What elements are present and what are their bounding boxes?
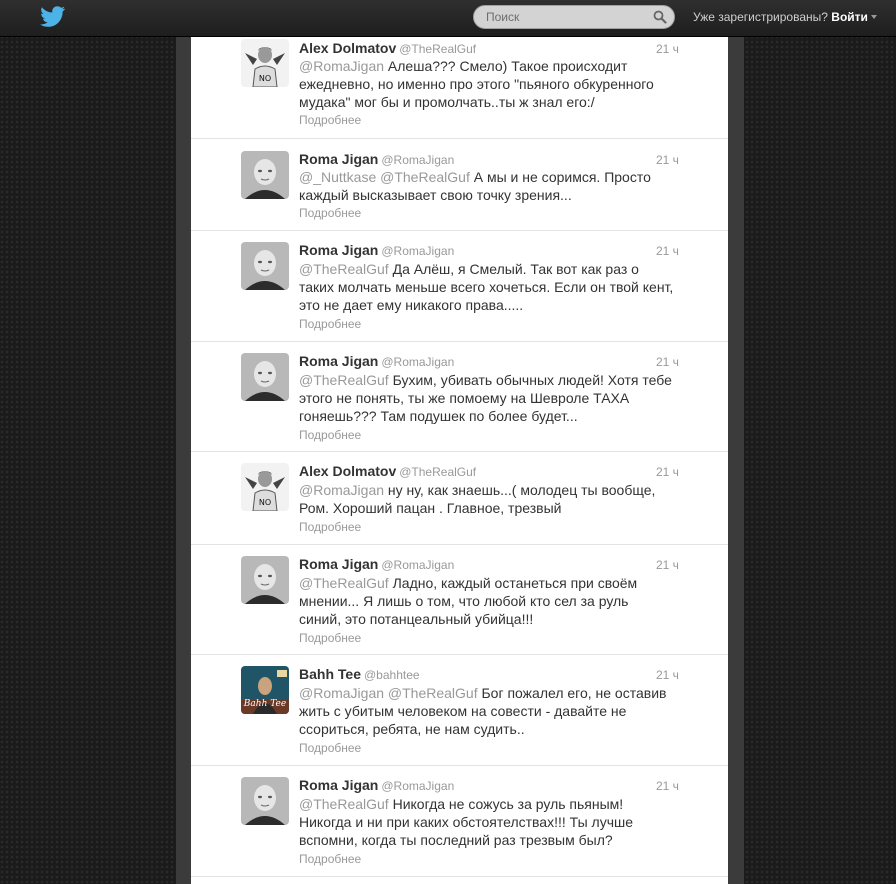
tweet-details-link[interactable]: Подробнее [299,852,361,866]
tweet-time[interactable]: 21 ч [656,355,679,369]
tweet[interactable]: Roma Jigan @RomaJigan 21 ч @TheRealGuf Ла… [191,545,728,655]
tweet-mentions[interactable]: @RomaJigan [299,482,384,498]
avatar-caption: Bahh Tee [243,699,286,709]
tweet-author-handle[interactable]: @TheRealGuf [399,42,476,56]
tweet-mentions[interactable]: @TheRealGuf [299,575,389,591]
tweet-text: @TheRealGuf Бухим, убивать обычных людей… [299,371,674,425]
tweet-details-link[interactable]: Подробнее [299,520,361,534]
tweet-details-link[interactable]: Подробнее [299,206,361,220]
tweet-mentions[interactable]: @TheRealGuf [299,261,389,277]
avatar-alex-dolmatov[interactable]: NO [241,463,289,511]
svg-text:NO: NO [259,498,271,507]
tweet-author-handle[interactable]: @RomaJigan [381,153,454,167]
tweet[interactable]: NO Alex Dolmatov @TheRealGuf 21 ч @RomaJi… [191,452,728,545]
tweet[interactable]: Roma Jigan @RomaJigan 21 ч @_Nuttkase @Th… [191,139,728,231]
twitter-bird-icon[interactable] [40,6,66,28]
avatar-image: NO [241,463,289,511]
tweet-author-handle[interactable]: @bahhtee [364,668,420,682]
login-link[interactable]: Войти [831,10,868,24]
tweet-author-name[interactable]: Alex Dolmatov [299,40,396,56]
tweet[interactable]: NO Alex Dolmatov @TheRealGuf 21 ч @RomaJi… [191,37,728,139]
tweet-mentions[interactable]: @RomaJigan [299,58,384,74]
tweet-time[interactable]: 21 ч [656,244,679,258]
tweet-text: @RomaJigan @TheRealGuf Бог пожалел его, … [299,684,674,738]
avatar-image: NO [241,39,289,87]
avatar-roma-jigan[interactable] [241,556,289,604]
tweet-text: @TheRealGuf Ладно, каждый останеться при… [299,574,674,628]
search-box [473,5,675,29]
tweet-details-link[interactable]: Подробнее [299,631,361,645]
avatar-image [241,777,289,825]
tweet-author-name[interactable]: Roma Jigan [299,151,378,167]
tweet-time[interactable]: 21 ч [656,779,679,793]
avatar-image [241,556,289,604]
avatar-image: Bahh Tee [241,666,289,714]
tweet-time[interactable]: 21 ч [656,42,679,56]
search-input[interactable] [474,6,656,28]
avatar-bahh-tee[interactable]: Bahh Tee [241,666,289,714]
tweet-details-link[interactable]: Подробнее [299,113,361,127]
tweet-text: @_Nuttkase @TheRealGuf А мы и не соримся… [299,168,674,204]
tweet-author-name[interactable]: Bahh Tee [299,666,361,682]
avatar-image [241,242,289,290]
tweet-time[interactable]: 21 ч [656,465,679,479]
tweet-author-name[interactable]: Roma Jigan [299,242,378,258]
tweet-details-link[interactable]: Подробнее [299,428,361,442]
tweet-text: @RomaJigan ну ну, как знаешь...( молодец… [299,481,674,517]
tweet-details-link[interactable]: Подробнее [299,741,361,755]
tweet-time[interactable]: 21 ч [656,153,679,167]
tweet-author-name[interactable]: Roma Jigan [299,556,378,572]
tweet-text: @TheRealGuf Никогда не сожусь за руль пь… [299,795,674,849]
chevron-down-icon[interactable] [870,15,877,19]
tweet-author-handle[interactable]: @RomaJigan [381,355,454,369]
top-bar: Уже зарегистрированы? Войти [0,0,896,37]
avatar-roma-jigan[interactable] [241,777,289,825]
tweet-mentions[interactable]: @TheRealGuf [299,372,389,388]
tweet-time[interactable]: 21 ч [656,558,679,572]
search-icon[interactable] [653,10,667,24]
tweet-mentions[interactable]: @_Nuttkase @TheRealGuf [299,169,470,185]
tweet-text: @RomaJigan Алеша??? Смело) Такое происхо… [299,57,674,111]
login-area: Уже зарегистрированы? Войти [693,10,877,24]
tweet-time[interactable]: 21 ч [656,668,679,682]
avatar-image [241,353,289,401]
tweet-details-link[interactable]: Подробнее [299,317,361,331]
tweet-text: @TheRealGuf Да Алёш, я Смелый. Так вот к… [299,260,674,314]
tweet-author-handle[interactable]: @RomaJigan [381,779,454,793]
login-prompt: Уже зарегистрированы? [693,10,828,24]
timeline: NO Alex Dolmatov @TheRealGuf 21 ч @RomaJi… [191,37,728,884]
svg-text:NO: NO [259,74,271,83]
tweet-author-name[interactable]: Roma Jigan [299,777,378,793]
tweet[interactable]: Bahh Tee Bahh Tee @bahhtee 21 ч @RomaJiga… [191,655,728,766]
tweet-mentions[interactable]: @RomaJigan @TheRealGuf [299,685,478,701]
avatar-roma-jigan[interactable] [241,353,289,401]
tweet[interactable]: Roma Jigan @RomaJigan 21 ч @TheRealGuf Бу… [191,342,728,452]
tweet[interactable]: Roma Jigan @RomaJigan 21 ч @TheRealGuf Да… [191,231,728,342]
tweet-author-handle[interactable]: @RomaJigan [381,244,454,258]
tweet[interactable]: Roma Jigan @RomaJigan 21 ч @TheRealGuf Ни… [191,766,728,877]
avatar-roma-jigan[interactable] [241,151,289,199]
avatar-roma-jigan[interactable] [241,242,289,290]
tweet-author-handle[interactable]: @RomaJigan [381,558,454,572]
tweet-author-name[interactable]: Alex Dolmatov [299,463,396,479]
tweet-mentions[interactable]: @TheRealGuf [299,796,389,812]
tweet-author-name[interactable]: Roma Jigan [299,353,378,369]
tweet-author-handle[interactable]: @TheRealGuf [399,465,476,479]
avatar-image [241,151,289,199]
avatar-alex-dolmatov[interactable]: NO [241,39,289,87]
